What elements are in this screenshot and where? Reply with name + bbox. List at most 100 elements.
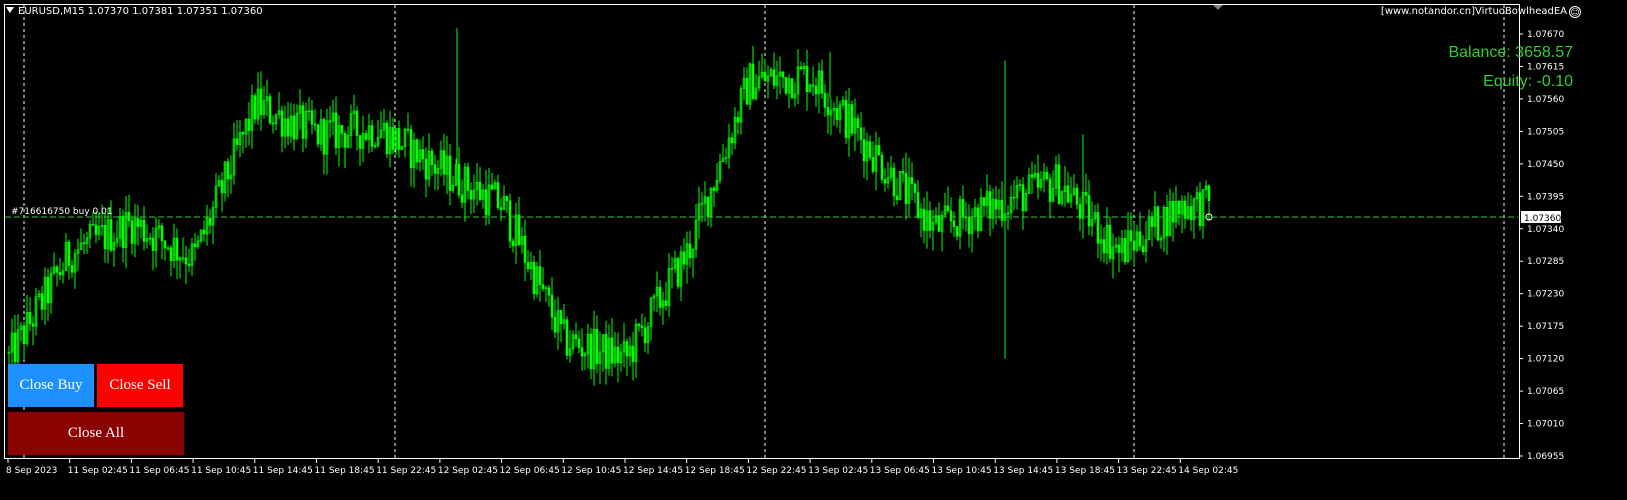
candle-body [406, 128, 410, 131]
collapse-triangle-icon[interactable] [6, 7, 14, 13]
candle-body [1150, 216, 1154, 227]
time-tick-label: 11 Sep 14:45 [253, 466, 313, 476]
time-axis[interactable]: 8 Sep 2023 11 Sep 02:45 11 Sep 06:45 11 Sep… [6, 459, 1238, 476]
candle-body [343, 133, 347, 148]
candle-body [559, 310, 563, 324]
candle-body [877, 145, 881, 156]
candle-body [1108, 224, 1112, 259]
candle-body [526, 262, 530, 270]
candle-body [868, 141, 872, 158]
candle-body [397, 128, 401, 150]
candle-body [46, 276, 50, 304]
price-axis[interactable]: 1.07670 1.07615 1.07560 1.07505 1.07450 1.073… [1519, 30, 1564, 462]
candle-body [910, 177, 914, 185]
candle-body [928, 210, 932, 231]
position-label[interactable]: #716616750 buy 0.01 [11, 207, 113, 217]
smiley-icon[interactable]: ☺ [1569, 6, 1581, 18]
candle-body [58, 271, 62, 276]
candle-body [1138, 231, 1142, 247]
price-tick-label: 1.07120 [1527, 355, 1564, 365]
candle-body [334, 112, 338, 149]
candle-body [469, 190, 473, 200]
candle-body [1075, 187, 1079, 205]
ea-brand-text: [www.notandor.cn]VirtuoBowlheadEA [1380, 6, 1567, 17]
candle-body [160, 225, 164, 242]
candle-body [280, 110, 284, 137]
time-tick-label: 12 Sep 22:45 [746, 466, 806, 476]
candle-body [751, 63, 755, 100]
candle-body [151, 237, 155, 251]
close-buy-button[interactable]: Close Buy [8, 364, 94, 407]
close-sell-button[interactable]: Close Sell [97, 364, 183, 407]
candle-body [490, 184, 494, 190]
candle-body [109, 219, 113, 251]
price-tick-label: 1.07010 [1527, 420, 1564, 430]
candle-body [433, 164, 437, 174]
candle-body [415, 139, 419, 163]
chart-window[interactable]: 1.07670 1.07615 1.07560 1.07505 1.07450 1.073… [0, 0, 1627, 500]
candle-body [421, 149, 425, 160]
candle-body [871, 157, 875, 172]
candle-body [658, 286, 662, 308]
candle-body [226, 161, 230, 180]
time-tick-label: 12 Sep 06:45 [500, 466, 560, 476]
candle-body [478, 181, 482, 201]
equity-label: Equity: -0.10 [1483, 73, 1573, 90]
price-tick-label: 1.07450 [1527, 160, 1564, 170]
candle-body [682, 251, 686, 265]
price-tick-label: 1.07340 [1527, 225, 1564, 235]
candle-body [1156, 206, 1160, 241]
candle-body [643, 327, 647, 344]
candle-body [1129, 230, 1133, 242]
candle-body [550, 294, 554, 318]
close-all-button[interactable]: Close All [8, 412, 184, 455]
candle-body [94, 224, 98, 235]
candle-body [208, 217, 212, 226]
candle-body [964, 216, 968, 219]
candle-body [175, 237, 179, 261]
candles [7, 28, 1213, 386]
candle-body [391, 127, 395, 150]
candle-body [127, 212, 131, 222]
candle-body [430, 150, 434, 165]
scroll-marker-icon[interactable] [1213, 5, 1223, 10]
candle-body [1117, 244, 1121, 253]
candle-body [532, 261, 536, 295]
candle-body [1030, 174, 1034, 178]
symbol-header[interactable]: EURUSD,M15 1.07370 1.07381 1.07351 1.073… [6, 6, 263, 17]
candle-body [1066, 185, 1070, 203]
price-chart[interactable]: 1.07670 1.07615 1.07560 1.07505 1.07450 1.073… [0, 0, 1627, 500]
candle-body [547, 287, 551, 296]
candle-body [946, 205, 950, 212]
candle-body [103, 225, 107, 250]
candle-body [457, 164, 461, 196]
price-tick-label: 1.07230 [1527, 290, 1564, 300]
candle-body [631, 345, 635, 362]
candle-body [676, 258, 680, 287]
price-tick-label: 1.07285 [1527, 257, 1564, 267]
candle-body [580, 347, 584, 357]
candle-body [169, 247, 173, 261]
candle-body [235, 138, 239, 145]
candle-body [856, 118, 860, 128]
candle-body [1102, 239, 1106, 254]
candle-body [310, 110, 314, 125]
candle-body [259, 88, 263, 115]
candle-body [187, 263, 191, 266]
candle-body [1012, 196, 1016, 199]
candle-body [1198, 192, 1202, 226]
time-tick-label: 12 Sep 02:45 [438, 466, 498, 476]
candle-body [781, 71, 785, 78]
candle-body [424, 158, 428, 180]
time-tick-label: 11 Sep 02:45 [68, 466, 128, 476]
candle-body [220, 180, 224, 194]
candle-body [967, 217, 971, 234]
time-tick-label: 13 Sep 14:45 [993, 466, 1053, 476]
candle-body [1123, 238, 1127, 262]
price-tick-label: 1.07505 [1527, 127, 1564, 137]
candle-body [1078, 204, 1082, 219]
candle-body [358, 135, 362, 149]
time-tick-label: 13 Sep 22:45 [1117, 466, 1177, 476]
candle-body [268, 96, 272, 124]
price-tick-label: 1.07395 [1527, 192, 1564, 202]
